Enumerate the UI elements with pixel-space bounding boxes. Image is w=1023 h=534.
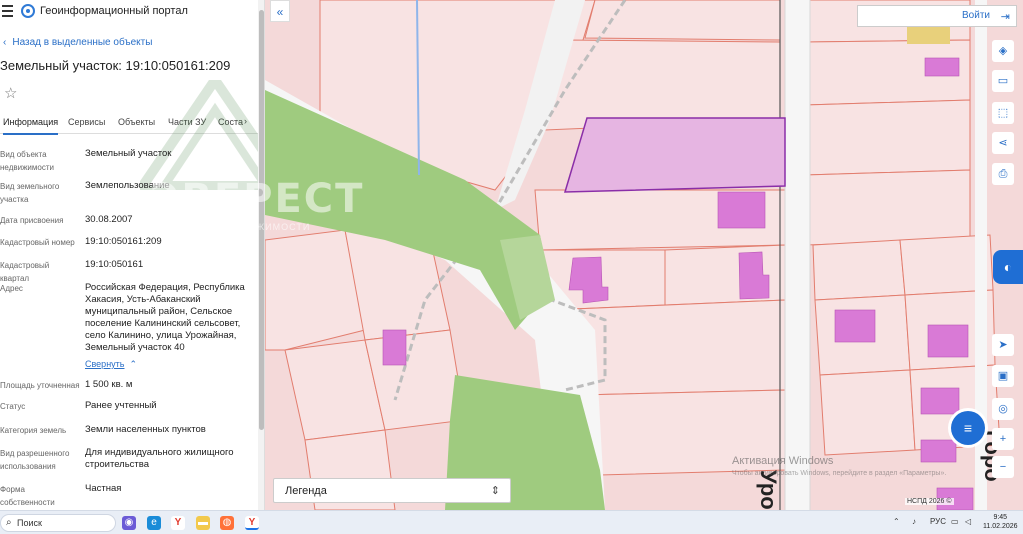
geolocation-icon[interactable]: ◎	[992, 398, 1014, 420]
watermark-title: ЭВЕРЕСТ	[150, 176, 365, 222]
row-label: Статус	[0, 402, 26, 411]
panel-header: Геоинформационный портал	[0, 0, 264, 24]
row-label: Дата присвоения	[0, 216, 64, 225]
select-area-icon[interactable]: ⬚	[992, 102, 1014, 124]
row-value: Российская Федерация, Республика Хакасия…	[85, 282, 245, 353]
microphone-icon[interactable]: ♪	[912, 517, 916, 526]
collapse-panel-button[interactable]: «	[270, 0, 290, 22]
zoom-out-icon[interactable]: −	[992, 456, 1014, 478]
cadastral-map[interactable]: Уро Горо	[265, 0, 1023, 510]
menu-icon[interactable]	[2, 5, 13, 17]
network-icon[interactable]: ▭	[951, 517, 959, 526]
yandex-browser-icon[interactable]: Y	[171, 516, 185, 530]
row-value: Земли населенных пунктов	[85, 424, 206, 435]
keyboard-language[interactable]: РУС	[930, 517, 946, 526]
list-menu-button[interactable]: ≡	[951, 411, 985, 445]
windows-activation-text: Чтобы активировать Windows, перейдите в …	[732, 470, 947, 477]
taskbar-search[interactable]: ⌕ Поиск	[0, 514, 116, 532]
row-label: Адрес	[0, 284, 23, 293]
row-value: 1 500 кв. м	[85, 379, 133, 390]
search-icon: ⌕	[6, 517, 12, 528]
chevron-left-icon: ‹	[3, 37, 7, 48]
row-value: Земельный участок	[85, 148, 172, 159]
map-canvas[interactable]: Уро Горо	[265, 0, 1023, 510]
system-clock[interactable]: 9:45 11.02.2026	[983, 513, 1018, 531]
volume-icon[interactable]: ◁	[965, 517, 971, 526]
row-value: Частная	[85, 483, 122, 494]
legend-dropdown[interactable]: Легенда ⇕	[273, 478, 511, 503]
row-label: Вид земельного участка	[0, 182, 60, 204]
taskbar-search-label: Поиск	[17, 518, 42, 528]
row-label: Форма собственности	[0, 485, 55, 507]
portal-logo-icon	[21, 4, 35, 18]
favorite-star-icon[interactable]: ☆	[4, 84, 17, 102]
legend-toggle-icon: ⇕	[490, 485, 500, 497]
tray-chevron-icon[interactable]: ⌃	[893, 517, 900, 526]
yandex-active-icon[interactable]: Y	[245, 516, 259, 530]
row-label: Категория земель	[0, 426, 67, 435]
windows-activation-title: Активация Windows	[732, 455, 834, 467]
legend-label: Легенда	[285, 485, 327, 497]
login-label[interactable]: Войти	[962, 10, 990, 21]
row-value: Для индивидуального жилищного строительс…	[85, 447, 234, 470]
login-bar[interactable]: Войти ⇥	[857, 5, 1017, 27]
clock-time: 9:45	[993, 514, 1008, 521]
row-label: Площадь уточненная	[0, 381, 80, 390]
tab-services[interactable]: Сервисы	[68, 117, 105, 127]
clock-date: 11.02.2026	[983, 523, 1018, 530]
row-label: Вид разрешенного использования	[0, 449, 70, 471]
portal-title: Геоинформационный портал	[40, 5, 188, 17]
chat-app-icon[interactable]: ◉	[122, 516, 136, 530]
search-tool-icon[interactable]: ◐	[993, 250, 1023, 284]
windows-taskbar: ⌕ Поиск ◉ e Y ▬ ◍ Y ⌃ ♪ РУС ▭ ◁ 9:45 11.…	[0, 510, 1023, 534]
firefox-icon[interactable]: ◍	[220, 516, 234, 530]
info-panel: Геоинформационный портал ‹ Назад в выделе…	[0, 0, 265, 510]
file-explorer-icon[interactable]: ▬	[196, 516, 210, 530]
row-value: Ранее учтенный	[85, 400, 157, 411]
watermark-logo-icon	[140, 80, 264, 190]
collapse-address-link[interactable]: Свернуть ⌃	[85, 359, 137, 370]
locate-icon[interactable]: ➤	[992, 334, 1014, 356]
layers-icon[interactable]: ◈	[992, 40, 1014, 62]
edge-browser-icon[interactable]: e	[147, 516, 161, 530]
zoom-in-icon[interactable]: +	[992, 428, 1014, 450]
login-icon[interactable]: ⇥	[1001, 10, 1010, 23]
basemap-icon[interactable]: ▣	[992, 365, 1014, 387]
watermark-subtitle: АГЕНТСТВО НЕДВИЖИМОСТИ	[154, 222, 311, 232]
print-icon[interactable]: ⎙	[992, 163, 1014, 185]
tab-information[interactable]: Информация	[3, 117, 59, 135]
row-label: Вид объекта недвижимости	[0, 150, 54, 172]
row-value: 19:10:050161	[85, 259, 144, 270]
map-attribution: НСПД 2026 ©	[905, 498, 954, 505]
chevron-up-icon: ⌃	[127, 359, 138, 369]
row-label: Кадастровый номер	[0, 238, 75, 247]
ruler-icon[interactable]: ▭	[992, 70, 1014, 92]
row-value: 19:10:050161:209	[85, 236, 162, 247]
share-icon[interactable]: ⋖	[992, 132, 1014, 154]
object-title: Земельный участок: 19:10:050161:209	[0, 58, 231, 73]
back-to-selected-link[interactable]: ‹ Назад в выделенные объекты	[3, 37, 152, 48]
